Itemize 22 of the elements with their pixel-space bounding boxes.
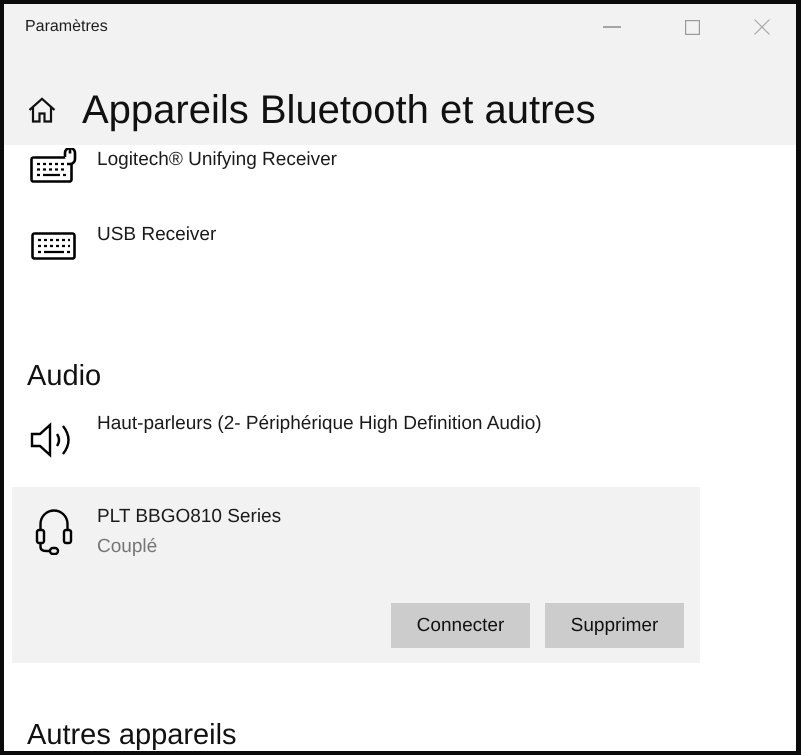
device-item[interactable]: Haut-parleurs (2- Périphérique High Definition Audio) bbox=[12, 412, 700, 487]
section-heading: Audio bbox=[27, 361, 102, 391]
window-title: Paramètres bbox=[25, 18, 108, 36]
section-heading: Autres appareils bbox=[27, 720, 237, 750]
keyboard-mouse-icon bbox=[30, 148, 78, 184]
maximize-icon[interactable] bbox=[685, 20, 700, 34]
home-icon[interactable] bbox=[28, 97, 56, 123]
device-item[interactable]: Logitech® Unifying Receiver bbox=[12, 148, 700, 223]
page-title: Appareils Bluetooth et autres bbox=[82, 87, 596, 134]
minimize-icon[interactable] bbox=[603, 26, 621, 28]
keyboard-icon bbox=[31, 232, 77, 260]
device-status: Couplé bbox=[97, 535, 158, 559]
headset-icon bbox=[35, 507, 73, 555]
device-action-button[interactable]: Connecter bbox=[391, 603, 530, 648]
device-action-button[interactable]: Supprimer bbox=[545, 603, 684, 648]
close-icon[interactable] bbox=[754, 19, 770, 35]
device-name: Haut-parleurs (2- Périphérique High Definition Audio) bbox=[97, 412, 542, 436]
device-item[interactable]: PLT BBGO810 Series Couplé Connecter Supprimer bbox=[12, 487, 700, 663]
device-name: PLT BBGO810 Series bbox=[97, 505, 282, 529]
device-name: Logitech® Unifying Receiver bbox=[97, 148, 338, 172]
device-name: USB Receiver bbox=[97, 223, 216, 247]
device-item[interactable]: USB Receiver bbox=[12, 223, 700, 298]
